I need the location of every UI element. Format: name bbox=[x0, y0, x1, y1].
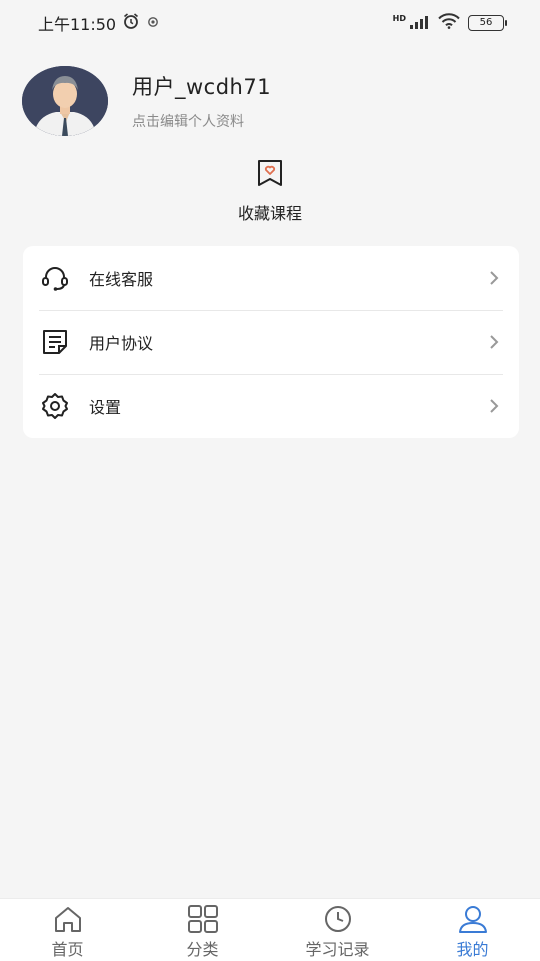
status-time: 上午11:50 bbox=[38, 15, 117, 34]
alarm-icon bbox=[122, 12, 140, 34]
tab-mine[interactable]: 我的 bbox=[405, 899, 540, 961]
avatar[interactable] bbox=[22, 66, 108, 136]
chevron-right-icon bbox=[485, 333, 503, 351]
status-left: 上午11:50 bbox=[38, 11, 160, 35]
menu-item-label: 设置 bbox=[89, 398, 122, 417]
tab-study-record[interactable]: 学习记录 bbox=[270, 899, 405, 961]
tab-home[interactable]: 首页 bbox=[0, 899, 135, 961]
tab-label: 我的 bbox=[456, 940, 489, 959]
edit-profile-hint[interactable]: 点击编辑个人资料 bbox=[132, 111, 271, 131]
signal-icon bbox=[410, 14, 430, 33]
favorite-courses-button[interactable]: 收藏课程 bbox=[0, 158, 540, 224]
headset-icon bbox=[39, 262, 71, 294]
menu-item-settings[interactable]: 设置 bbox=[23, 374, 519, 438]
settings-status-icon bbox=[146, 14, 160, 33]
tab-label: 首页 bbox=[51, 940, 84, 959]
tab-label: 分类 bbox=[186, 940, 219, 959]
tab-label: 学习记录 bbox=[305, 940, 370, 959]
tab-category[interactable]: 分类 bbox=[135, 899, 270, 961]
menu-item-user-agreement[interactable]: 用户协议 bbox=[23, 310, 519, 374]
menu-item-label: 用户协议 bbox=[89, 334, 154, 353]
bookmark-heart-icon bbox=[255, 158, 285, 192]
person-icon bbox=[457, 905, 489, 933]
wifi-icon bbox=[438, 13, 460, 33]
menu-card: 在线客服 用户协议 设置 bbox=[23, 246, 519, 438]
grid-icon bbox=[187, 905, 219, 933]
document-icon bbox=[39, 326, 71, 358]
home-icon bbox=[52, 905, 84, 933]
status-right: HD 56 bbox=[392, 13, 507, 33]
menu-item-online-service[interactable]: 在线客服 bbox=[23, 246, 519, 310]
clock-icon bbox=[322, 905, 354, 933]
username: 用户_wcdh71 bbox=[132, 75, 272, 99]
chevron-right-icon bbox=[485, 397, 503, 415]
profile-header[interactable]: 用户_wcdh71 点击编辑个人资料 bbox=[22, 66, 271, 136]
favorite-courses-label: 收藏课程 bbox=[237, 204, 302, 223]
bottom-tab-bar: 首页 分类 学习记录 我的 bbox=[0, 898, 540, 961]
menu-item-label: 在线客服 bbox=[89, 270, 154, 289]
status-bar: 上午11:50 HD 56 bbox=[0, 0, 540, 46]
hd-label: HD bbox=[392, 13, 406, 23]
gear-icon bbox=[39, 390, 71, 422]
battery-icon: 56 bbox=[468, 15, 507, 31]
chevron-right-icon bbox=[485, 269, 503, 287]
profile-text: 用户_wcdh71 点击编辑个人资料 bbox=[132, 71, 271, 131]
